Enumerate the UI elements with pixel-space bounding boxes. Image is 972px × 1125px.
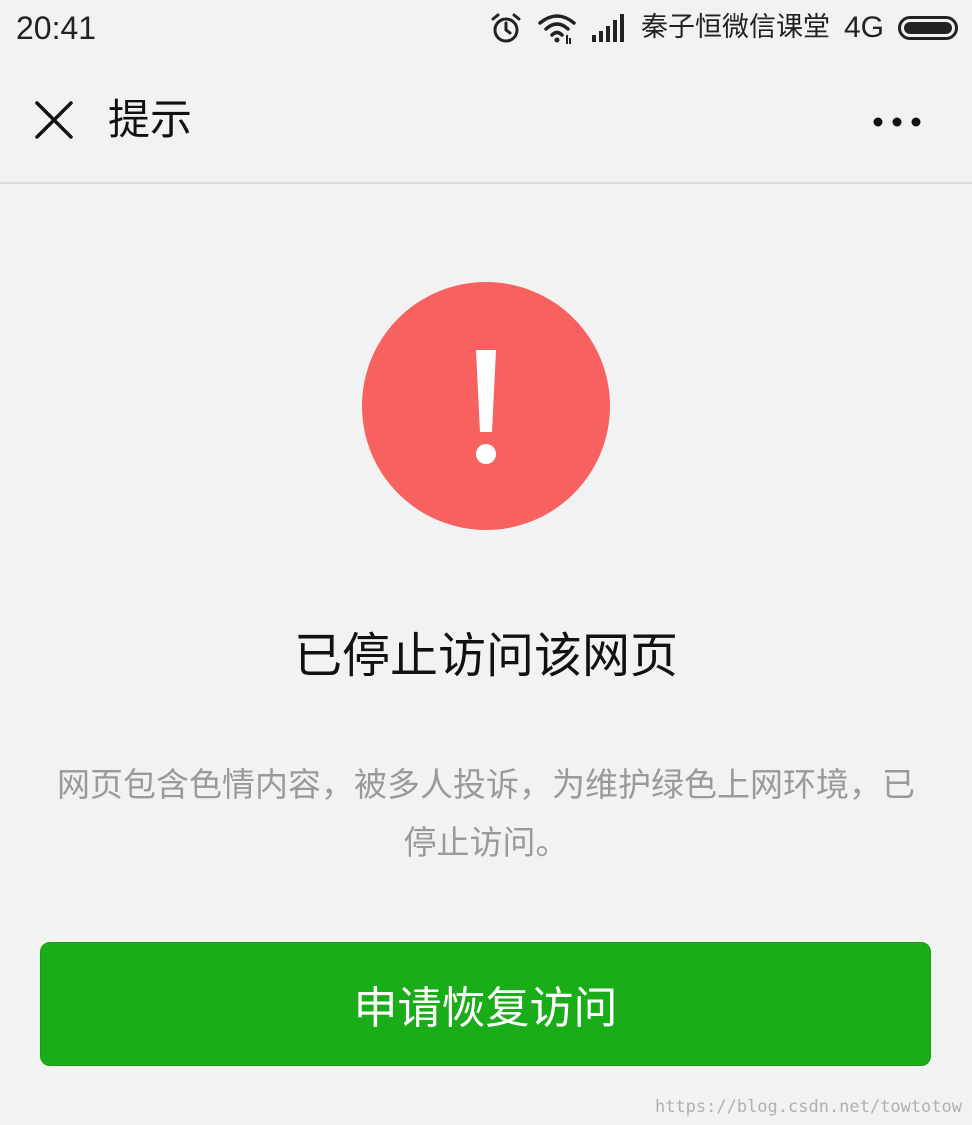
close-button[interactable] bbox=[28, 96, 80, 148]
status-time: 20:41 bbox=[16, 10, 97, 46]
network-type: 4G bbox=[843, 11, 884, 44]
warning-icon bbox=[362, 282, 610, 530]
more-icon bbox=[872, 113, 922, 132]
request-restore-button[interactable]: 申请恢复访问 bbox=[40, 942, 931, 1066]
wifi-icon bbox=[537, 11, 577, 45]
close-icon bbox=[34, 100, 74, 144]
watermark-text: https://blog.csdn.net/towtotow bbox=[654, 1097, 962, 1117]
description-text: 网页包含色情内容，被多人投诉，为维护绿色上网环境，已停止访问。 bbox=[57, 765, 915, 862]
signal-icon bbox=[591, 13, 627, 43]
status-icons: 秦子恒微信课堂 4G bbox=[489, 8, 958, 48]
battery-fill bbox=[904, 22, 952, 34]
battery-icon bbox=[898, 16, 958, 40]
nav-bar: 提示 bbox=[0, 58, 972, 184]
main-title: 已停止访问该网页 bbox=[293, 628, 678, 684]
page-title: 提示 bbox=[108, 95, 193, 144]
alarm-icon bbox=[489, 11, 523, 45]
more-button[interactable] bbox=[862, 102, 932, 142]
status-bar: 20:41 秦子恒微信课堂 4G bbox=[0, 0, 972, 58]
carrier-name: 秦子恒微信课堂 bbox=[640, 12, 830, 43]
